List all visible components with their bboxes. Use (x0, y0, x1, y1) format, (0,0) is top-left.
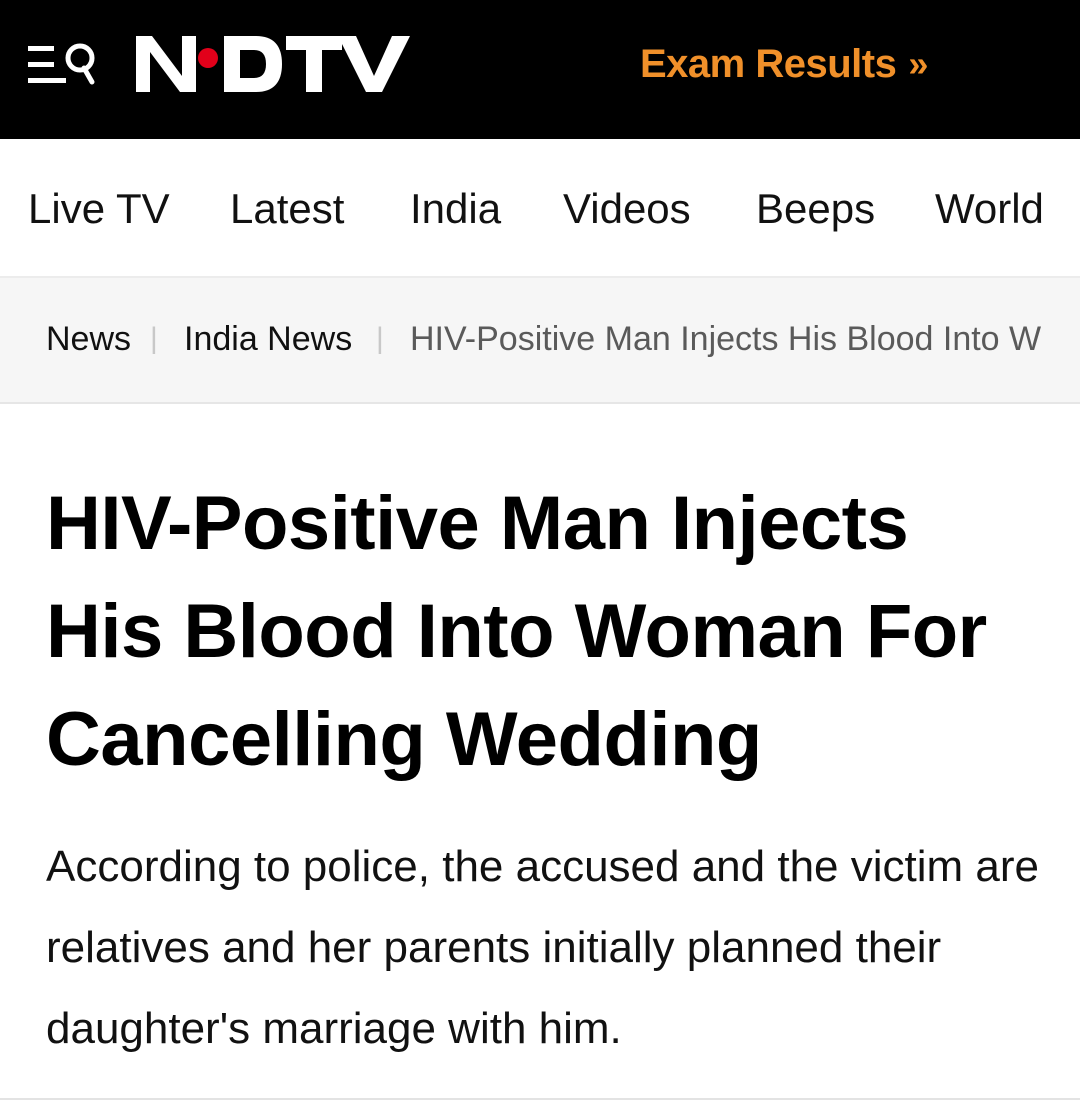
exam-results-label: Exam Results (640, 41, 897, 86)
chevron-right-icon: » (908, 43, 928, 84)
breadcrumb-news[interactable]: News (46, 318, 131, 360)
nav-item-videos[interactable]: Videos (563, 183, 691, 235)
breadcrumb-separator: | (376, 322, 384, 355)
menu-icon (28, 43, 95, 85)
nav-item-latest[interactable]: Latest (230, 183, 344, 235)
nav-item-world[interactable]: World (935, 183, 1044, 235)
ndtv-logo[interactable] (132, 30, 412, 98)
breadcrumb-current-article: HIV-Positive Man Injects His Blood Into … (410, 320, 1042, 358)
exam-results-link[interactable]: Exam Results » (640, 38, 928, 90)
breadcrumb-india-news[interactable]: India News (184, 318, 352, 360)
menu-search-button[interactable] (26, 40, 100, 90)
top-bar: Exam Results » (0, 0, 1080, 139)
ndtv-logo-mark (136, 36, 410, 92)
section-nav: Live TV Latest India Videos Beeps World (0, 139, 1080, 278)
nav-item-live-tv[interactable]: Live TV (28, 183, 170, 235)
breadcrumb: News | India News | HIV-Positive Man Inj… (0, 278, 1080, 404)
nav-item-india[interactable]: India (410, 183, 501, 235)
article-summary: According to police, the accused and the… (46, 842, 1039, 1053)
breadcrumb-separator: | (150, 322, 158, 355)
search-icon (65, 43, 95, 85)
divider (0, 1098, 1080, 1100)
nav-item-beeps[interactable]: Beeps (756, 183, 875, 235)
article-headline: HIV-Positive Man Injects His Blood Into … (46, 481, 987, 782)
